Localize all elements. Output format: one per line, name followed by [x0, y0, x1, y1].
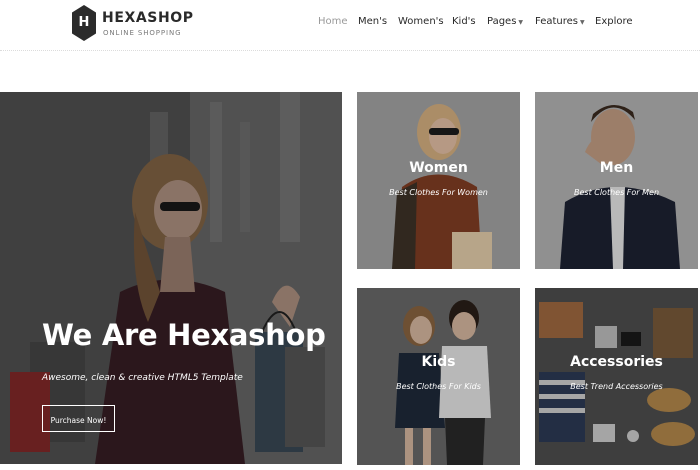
hero-subtitle: Awesome, clean & creative HTML5 Template — [42, 373, 243, 383]
accessories-photo — [535, 288, 698, 465]
site-header: H HEXASHOP ONLINE SHOPPING Home Men's Wo… — [0, 0, 700, 51]
women-photo — [357, 92, 520, 269]
category-card-men[interactable]: Men Best Clothes For Men — [535, 92, 698, 269]
kids-photo — [357, 288, 520, 465]
chevron-down-icon: ▼ — [518, 19, 524, 26]
card-subtitle: Best Clothes For Men — [573, 188, 660, 197]
nav-item-pages[interactable]: Pages ▼ — [487, 16, 523, 27]
hero-title: We Are Hexashop — [42, 318, 326, 352]
brand-tagline: ONLINE SHOPPING — [103, 29, 182, 37]
category-card-women[interactable]: Women Best Clothes For Women — [357, 92, 520, 269]
purchase-now-button[interactable]: Purchase Now! — [42, 405, 115, 432]
site-logo[interactable]: H HEXASHOP ONLINE SHOPPING — [71, 4, 194, 44]
hero-banner: We Are Hexashop Awesome, clean & creativ… — [0, 92, 342, 464]
logo-letter: H — [78, 15, 90, 30]
nav-item-features[interactable]: Features ▼ — [535, 16, 585, 27]
men-photo — [535, 92, 698, 269]
nav-item-explore[interactable]: Explore — [595, 16, 633, 27]
nav-item-mens[interactable]: Men's — [358, 16, 387, 27]
card-title: Women — [409, 160, 468, 176]
nav-item-features-label: Features — [535, 16, 578, 27]
card-title: Kids — [421, 354, 456, 370]
nav-item-kids[interactable]: Kid's — [452, 16, 476, 27]
card-subtitle: Best Trend Accessories — [570, 382, 663, 391]
card-subtitle: Best Clothes For Women — [389, 188, 488, 197]
card-title: Accessories — [570, 354, 663, 370]
card-title: Men — [599, 160, 634, 176]
chevron-down-icon: ▼ — [580, 19, 585, 26]
nav-item-pages-label: Pages — [487, 16, 517, 27]
nav-item-womens[interactable]: Women's — [398, 16, 444, 27]
nav-item-home[interactable]: Home — [318, 16, 348, 27]
category-card-accessories[interactable]: Accessories Best Trend Accessories — [535, 288, 698, 465]
category-card-kids[interactable]: Kids Best Clothes For Kids — [357, 288, 520, 465]
hexagon-logo-icon: H — [71, 4, 97, 42]
brand-name: HEXASHOP — [102, 10, 194, 26]
card-subtitle: Best Clothes For Kids — [396, 382, 481, 391]
